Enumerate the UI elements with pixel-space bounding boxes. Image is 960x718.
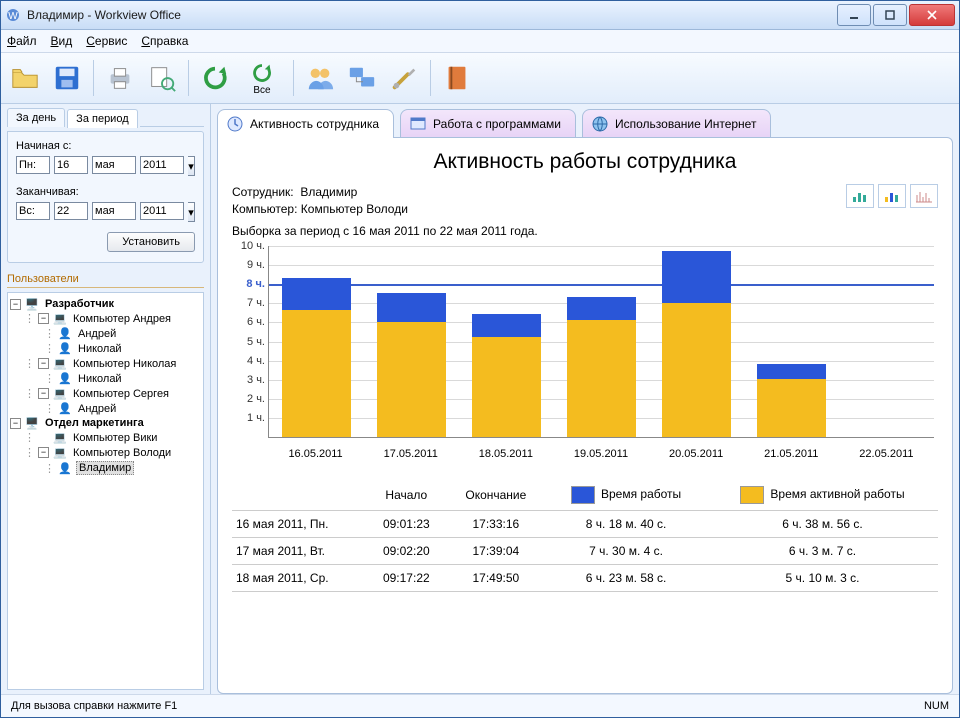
tab-per-day[interactable]: За день — [7, 108, 65, 127]
col-work: Время работы — [545, 480, 707, 511]
to-dow[interactable] — [16, 202, 50, 220]
user-icon: 👤 — [58, 462, 72, 474]
open-button[interactable] — [7, 60, 43, 96]
app-window: W Владимир - Workview Office Файл Вид Се… — [0, 0, 960, 718]
refresh-button[interactable] — [197, 60, 233, 96]
tab-activity[interactable]: Активность сотрудника — [217, 109, 394, 138]
close-button[interactable] — [909, 4, 955, 26]
to-month[interactable] — [92, 202, 136, 220]
status-num: NUM — [924, 700, 949, 712]
statusbar: Для вызова справки нажмите F1 NUM — [1, 694, 959, 717]
to-label: Заканчивая: — [16, 186, 195, 198]
activity-icon — [226, 115, 244, 133]
menu-help[interactable]: Справка — [141, 34, 188, 48]
apply-button[interactable]: Установить — [107, 232, 195, 252]
minimize-button[interactable] — [837, 4, 871, 26]
users-section-label: Пользователи — [7, 273, 204, 288]
users-tree[interactable]: −🖥️Разработчик ⋮−💻Компьютер Андрея ⋮👤Анд… — [7, 292, 204, 690]
to-datepicker-icon[interactable]: ▾ — [188, 202, 195, 222]
table-row[interactable]: 16 мая 2011, Пн.09:01:2317:33:168 ч. 18 … — [232, 511, 938, 538]
legend-active-icon — [740, 486, 764, 504]
sample-range: Выборка за период с 16 мая 2011 по 22 ма… — [232, 224, 938, 238]
programs-icon — [409, 115, 427, 133]
col-end: Окончание — [447, 480, 546, 511]
settings-button[interactable] — [386, 60, 422, 96]
window-title: Владимир - Workview Office — [27, 8, 837, 22]
report-title: Активность работы сотрудника — [232, 150, 938, 174]
menu-service[interactable]: Сервис — [86, 34, 127, 48]
tab-per-period[interactable]: За период — [67, 109, 137, 128]
refresh-all-label: Все — [253, 86, 270, 96]
globe-icon — [591, 115, 609, 133]
maximize-button[interactable] — [873, 4, 907, 26]
svg-text:W: W — [8, 11, 18, 22]
computers-button[interactable] — [344, 60, 380, 96]
legend-work-icon — [571, 486, 595, 504]
print-button[interactable] — [102, 60, 138, 96]
titlebar: W Владимир - Workview Office — [1, 1, 959, 30]
to-day[interactable] — [54, 202, 88, 220]
employee-value: Владимир — [300, 185, 357, 199]
computer-icon: 💻 — [53, 447, 67, 459]
user-icon: 👤 — [58, 328, 72, 340]
from-dow[interactable] — [16, 156, 50, 174]
computer-value: Компьютер Володи — [301, 202, 408, 216]
from-day[interactable] — [54, 156, 88, 174]
computer-icon: 💻 — [53, 432, 67, 444]
computer-icon: 💻 — [53, 313, 67, 325]
tree-selected-user[interactable]: ⋮👤Владимир — [10, 460, 201, 476]
group-icon: 🖥️ — [25, 298, 39, 310]
table-row[interactable]: 18 мая 2011, Ср.09:17:2217:49:506 ч. 23 … — [232, 565, 938, 592]
save-button[interactable] — [49, 60, 85, 96]
period-panel: Начиная с: ▾ Заканчивая: ▾ Установить — [7, 131, 204, 263]
col-active: Время активной работы — [707, 480, 938, 511]
from-month[interactable] — [92, 156, 136, 174]
menu-view[interactable]: Вид — [51, 34, 73, 48]
activity-chart: 1 ч.2 ч.3 ч.4 ч.5 ч.6 ч.7 ч.8 ч.9 ч.10 ч… — [268, 246, 934, 466]
menu-file[interactable]: Файл — [7, 34, 37, 48]
group-icon: 🖥️ — [25, 417, 39, 429]
print-preview-button[interactable] — [144, 60, 180, 96]
report-tabs: Активность сотрудника Работа с программа… — [217, 108, 953, 138]
left-pane: За день За период Начиная с: ▾ Заканчива… — [1, 104, 211, 694]
computer-icon: 💻 — [53, 358, 67, 370]
from-label: Начиная с: — [16, 140, 195, 152]
table-row[interactable]: 17 мая 2011, Вт.09:02:2017:39:047 ч. 30 … — [232, 538, 938, 565]
chart-type-1-button[interactable] — [846, 184, 874, 208]
toolbar: Все — [1, 53, 959, 104]
chart-type-3-button[interactable] — [910, 184, 938, 208]
user-icon: 👤 — [58, 403, 72, 415]
activity-table: Начало Окончание Время работы Время акти… — [232, 480, 938, 592]
menubar: Файл Вид Сервис Справка — [1, 30, 959, 53]
report-content: Активность работы сотрудника Сотрудник: … — [217, 137, 953, 694]
app-icon: W — [5, 7, 21, 23]
users-button[interactable] — [302, 60, 338, 96]
tab-internet[interactable]: Использование Интернет — [582, 109, 771, 138]
tab-programs[interactable]: Работа с программами — [400, 109, 576, 138]
tree-group[interactable]: −🖥️Разработчик — [10, 297, 201, 311]
from-datepicker-icon[interactable]: ▾ — [188, 156, 195, 176]
user-icon: 👤 — [58, 373, 72, 385]
from-year[interactable] — [140, 156, 184, 174]
user-icon: 👤 — [58, 343, 72, 355]
to-year[interactable] — [140, 202, 184, 220]
status-hint: Для вызова справки нажмите F1 — [11, 700, 177, 712]
right-pane: Активность сотрудника Работа с программа… — [211, 104, 959, 694]
computer-icon: 💻 — [53, 388, 67, 400]
chart-type-2-button[interactable] — [878, 184, 906, 208]
refresh-all-button[interactable]: Все — [239, 60, 285, 96]
col-start: Начало — [366, 480, 446, 511]
help-button[interactable] — [439, 60, 475, 96]
